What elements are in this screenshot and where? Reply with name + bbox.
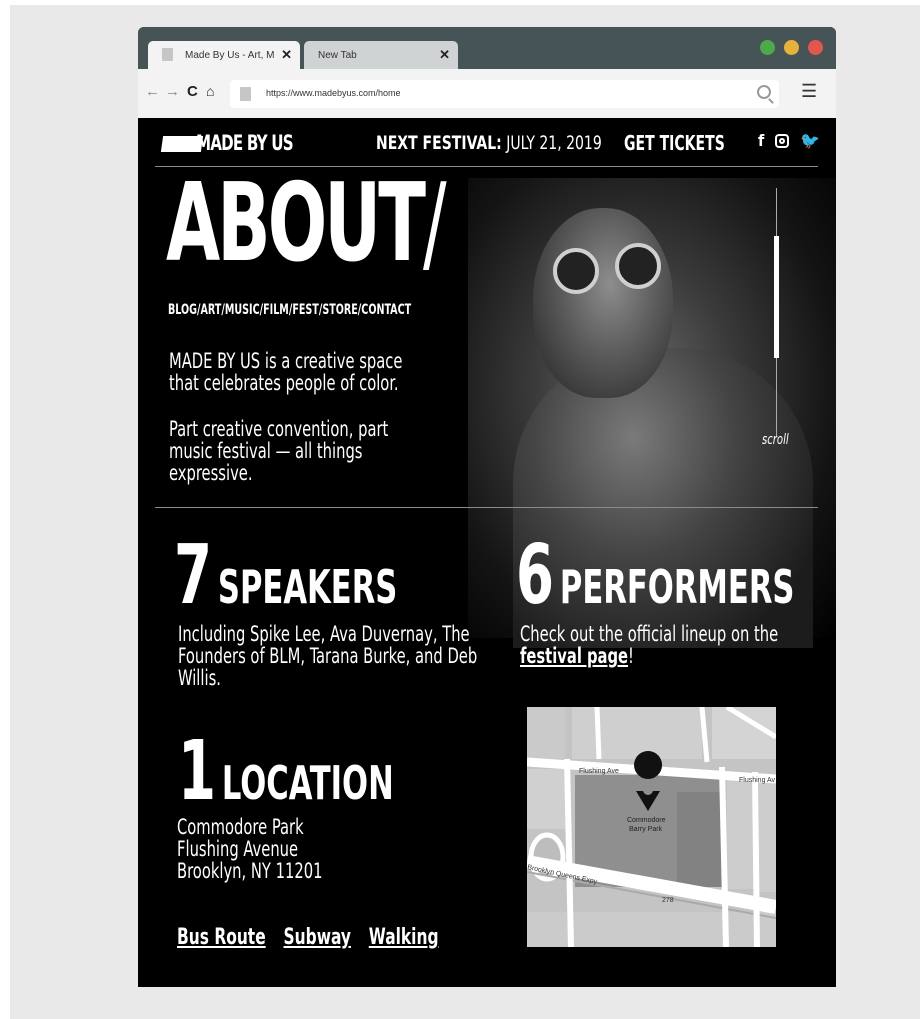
stat-number: 7 — [174, 528, 212, 623]
back-arrow-icon[interactable]: ← — [145, 83, 160, 100]
browser-toolbar: ← → C ⌂ https://www.madebyus.com/home ☰ — [138, 69, 836, 118]
stat-number: 6 — [516, 528, 554, 623]
performers-heading: 6 PERFORMERS — [516, 528, 794, 623]
reload-icon[interactable]: C — [187, 83, 198, 100]
sunglasses-graphic — [553, 243, 673, 294]
page-background: Made By Us - Art, Music ✕ New Tab ✕ ← → … — [10, 5, 920, 1019]
scroll-label: scroll — [762, 432, 789, 448]
tab-new-tab[interactable]: New Tab ✕ — [304, 41, 458, 69]
stat-label: PERFORMERS — [559, 560, 795, 614]
maximize-button[interactable] — [760, 40, 775, 55]
forward-arrow-icon[interactable]: → — [165, 83, 180, 100]
page-title-text: ABOUT — [166, 161, 426, 286]
festival-page-link[interactable]: festival page — [520, 644, 628, 668]
address-line: Flushing Avenue — [177, 837, 299, 861]
next-festival-label: NEXT FESTIVAL: — [376, 132, 502, 154]
close-tab-icon[interactable]: ✕ — [439, 47, 450, 63]
speakers-heading: 7 SPEAKERS — [174, 528, 397, 623]
browser-window: Made By Us - Art, Music ✕ New Tab ✕ ← → … — [138, 27, 836, 987]
stat-label: SPEAKERS — [217, 560, 398, 614]
map-graphic: Flushing Ave Flushing Av Commodore Barry… — [527, 707, 776, 947]
address-line: Brooklyn, NY 11201 — [177, 859, 323, 883]
map-place-label: Commodore — [627, 817, 666, 824]
location-map[interactable]: Flushing Ave Flushing Av Commodore Barry… — [527, 707, 776, 947]
tab-title: New Tab — [318, 50, 357, 61]
stat-number: 1 — [178, 724, 216, 819]
close-tab-icon[interactable]: ✕ — [281, 47, 292, 63]
get-tickets-link[interactable]: GET TICKETS — [624, 131, 725, 155]
social-links: f 🐦 — [758, 131, 826, 150]
address-line: Commodore Park — [177, 815, 304, 839]
hero-photo-face — [533, 208, 673, 398]
scroll-thumb[interactable] — [774, 236, 779, 358]
minimize-button[interactable] — [784, 40, 799, 55]
url-text: https://www.madebyus.com/home — [266, 88, 401, 98]
subway-link[interactable]: Subway — [284, 925, 351, 950]
page-title-slash: / — [423, 161, 447, 286]
intro-paragraph: Part creative convention, part music fes… — [169, 417, 389, 485]
instagram-icon[interactable] — [775, 134, 790, 148]
map-street-label: Flushing Av — [739, 777, 776, 784]
page-icon — [240, 87, 251, 101]
close-window-button[interactable] — [808, 40, 823, 55]
hamburger-menu-icon[interactable]: ☰ — [801, 81, 817, 102]
bus-route-link[interactable]: Bus Route — [177, 925, 266, 950]
address-bar[interactable]: https://www.madebyus.com/home — [230, 80, 779, 108]
tab-made-by-us[interactable]: Made By Us - Art, Music ✕ — [148, 41, 300, 69]
speakers-description: Including Spike Lee, Ava Duvernay, The F… — [178, 622, 478, 690]
section-nav[interactable]: BLOG/ART/MUSIC/FILM/FEST/STORE/CONTACT — [168, 302, 411, 318]
page-icon — [162, 48, 173, 61]
walking-link[interactable]: Walking — [369, 925, 439, 950]
facebook-icon[interactable]: f — [758, 131, 764, 150]
site-logo[interactable]: MADE BY US — [196, 131, 294, 155]
site-header: MADE BY US NEXT FESTIVAL: JULY 21, 2019 … — [138, 118, 836, 166]
transit-links: Bus Route Subway Walking — [177, 925, 451, 950]
divider — [155, 507, 818, 508]
page-title: ABOUT/ — [166, 170, 447, 278]
address: Commodore Park Flushing Avenue Brooklyn,… — [177, 816, 411, 882]
performers-text-end: ! — [628, 644, 634, 668]
stat-label: LOCATION — [221, 756, 394, 810]
home-icon[interactable]: ⌂ — [206, 83, 214, 99]
twitter-icon[interactable]: 🐦 — [800, 131, 820, 150]
location-heading: 1 LOCATION — [178, 724, 394, 819]
map-highway-label: 278 — [662, 897, 674, 904]
intro-paragraph: MADE BY US is a creative space that cele… — [169, 349, 403, 395]
performers-text: Check out the official lineup on the — [520, 622, 779, 646]
performers-description: Check out the official lineup on the fes… — [520, 623, 836, 667]
next-festival: NEXT FESTIVAL: JULY 21, 2019 — [376, 132, 602, 154]
tab-title: Made By Us - Art, Music — [185, 50, 275, 61]
next-festival-date: JULY 21, 2019 — [506, 132, 602, 154]
map-place-label: Barry Park — [629, 826, 663, 833]
tab-bar: Made By Us - Art, Music ✕ New Tab ✕ — [138, 27, 836, 69]
map-street-label: Flushing Ave — [579, 768, 619, 775]
web-page: MADE BY US NEXT FESTIVAL: JULY 21, 2019 … — [138, 118, 836, 987]
search-icon[interactable] — [757, 85, 771, 99]
